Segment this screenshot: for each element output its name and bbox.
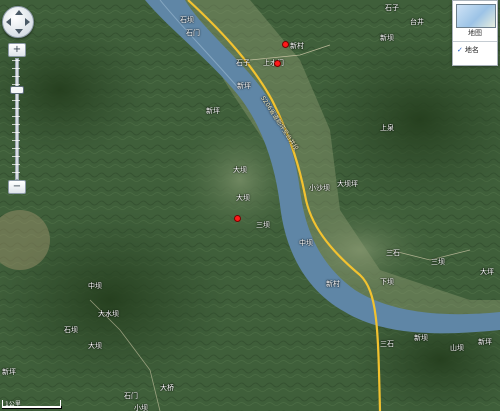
place-label: 中坝: [88, 282, 102, 290]
place-label: 三石: [386, 249, 400, 257]
place-label: 石坝: [64, 326, 78, 334]
place-label: 石门: [124, 392, 138, 400]
place-label: 大坝: [236, 194, 250, 202]
place-label: 小坝: [134, 404, 148, 411]
place-label: 石坝: [180, 16, 194, 24]
place-label: 石门: [186, 29, 200, 37]
place-label: 新坪: [478, 338, 492, 346]
place-label: 中坝: [299, 239, 313, 247]
place-label: 山坝: [450, 344, 464, 352]
pan-up-icon[interactable]: [15, 10, 23, 15]
scale-line: [2, 406, 62, 409]
zoom-in-button[interactable]: +: [8, 43, 26, 57]
place-label: 三坝: [431, 258, 445, 266]
labels-toggle-label: 地名: [464, 46, 479, 54]
place-label: 新坪: [237, 82, 251, 90]
place-label: 下坝: [380, 278, 394, 286]
pan-left-icon[interactable]: [6, 18, 11, 26]
place-label: 新坝: [414, 334, 428, 342]
zoom-out-button[interactable]: −: [8, 180, 26, 194]
map-type-thumbnail[interactable]: [456, 4, 496, 28]
place-label: 小沙坝: [309, 184, 330, 192]
map-view[interactable]: 石坝 石门 新村 石子 台井 新坝 石子 上水门 新坪 新坪 上泉 大坝 小沙坝…: [0, 0, 500, 411]
place-label: 新村: [290, 42, 304, 50]
place-label: 三石: [380, 340, 394, 348]
place-label: 大桥: [160, 384, 174, 392]
checkmark-icon: ✓: [457, 46, 463, 54]
satellite-imagery: [0, 0, 500, 411]
zoom-slider-ticks: [12, 60, 20, 176]
place-label: 新坝: [380, 34, 394, 42]
place-label: 上泉: [380, 124, 394, 132]
location-marker[interactable]: [282, 41, 289, 48]
zoom-slider-thumb[interactable]: [10, 86, 24, 94]
map-type-control[interactable]: 地图 ✓ 地名: [452, 0, 498, 66]
place-label: 石子: [236, 59, 250, 67]
place-label: 石子: [385, 4, 399, 12]
place-label: 新村: [326, 280, 340, 288]
divider: [453, 41, 497, 42]
place-label: 大水坝: [98, 310, 119, 318]
scale-tick: [2, 400, 3, 408]
place-label: 新坪: [206, 107, 220, 115]
pan-right-icon[interactable]: [25, 18, 30, 26]
place-label: 大坝坪: [337, 180, 358, 188]
pan-control[interactable]: [2, 6, 34, 38]
place-label: 台井: [410, 18, 424, 26]
place-label: 三坝: [256, 221, 270, 229]
scale-tick: [60, 400, 61, 408]
labels-toggle[interactable]: ✓ 地名: [457, 45, 479, 55]
map-type-label[interactable]: 地图: [453, 28, 497, 38]
place-label: 大坝: [233, 166, 247, 174]
location-marker[interactable]: [234, 215, 241, 222]
place-label: 大坝: [88, 342, 102, 350]
place-label: 大坪: [480, 268, 494, 276]
place-label: 新坪: [2, 368, 16, 376]
scale-bar: 1公里: [2, 399, 62, 409]
pan-down-icon[interactable]: [15, 29, 23, 34]
location-marker[interactable]: [274, 60, 281, 67]
